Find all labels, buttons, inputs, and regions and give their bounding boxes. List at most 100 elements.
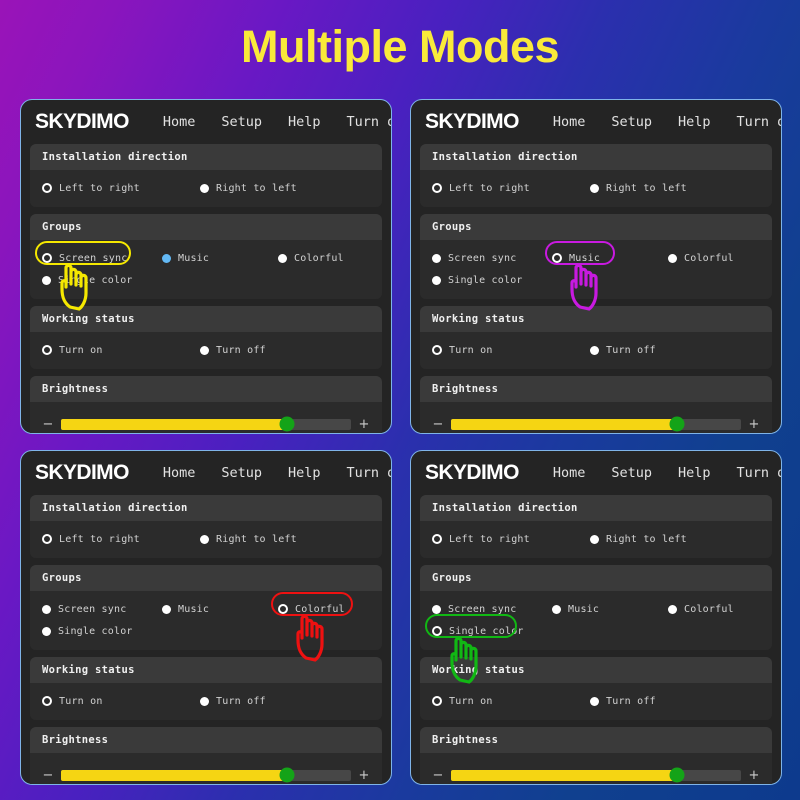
radio-turn-on[interactable]: Turn on bbox=[42, 690, 103, 712]
brightness-slider-row[interactable]: − + bbox=[420, 761, 772, 784]
radio-right-to-left[interactable]: Right to left bbox=[590, 177, 687, 199]
nav-link-setup[interactable]: Setup bbox=[611, 465, 652, 481]
nav-link-home[interactable]: Home bbox=[163, 465, 196, 481]
radio-screen-sync[interactable]: Screen sync bbox=[432, 247, 516, 269]
radio-indicator[interactable] bbox=[162, 253, 171, 263]
brightness-track[interactable] bbox=[61, 416, 351, 432]
radio-right-to-left[interactable]: Right to left bbox=[590, 528, 687, 550]
brightness-increase-button[interactable]: + bbox=[355, 768, 373, 783]
radio-indicator[interactable] bbox=[432, 696, 442, 706]
radio-single-color[interactable]: Single color bbox=[432, 620, 524, 642]
radio-indicator[interactable] bbox=[200, 183, 209, 193]
radio-screen-sync[interactable]: Screen sync bbox=[42, 598, 126, 620]
radio-indicator[interactable] bbox=[432, 275, 441, 285]
brightness-slider-row[interactable]: − + bbox=[30, 761, 382, 784]
brightness-decrease-button[interactable]: − bbox=[39, 417, 57, 432]
radio-indicator[interactable] bbox=[552, 604, 561, 614]
radio-indicator[interactable] bbox=[278, 604, 288, 614]
radio-single-color[interactable]: Single color bbox=[42, 620, 133, 642]
radio-music[interactable]: Music bbox=[162, 598, 209, 620]
nav-link-setup[interactable]: Setup bbox=[221, 465, 262, 481]
nav-link-home[interactable]: Home bbox=[553, 465, 586, 481]
radio-turn-on[interactable]: Turn on bbox=[432, 690, 493, 712]
brightness-decrease-button[interactable]: − bbox=[429, 417, 447, 432]
brightness-decrease-button[interactable]: − bbox=[429, 768, 447, 783]
nav-link-home[interactable]: Home bbox=[553, 114, 586, 130]
radio-turn-off[interactable]: Turn off bbox=[590, 690, 656, 712]
radio-left-to-right[interactable]: Left to right bbox=[42, 177, 140, 199]
brightness-increase-button[interactable]: + bbox=[745, 768, 763, 783]
nav-link-help[interactable]: Help bbox=[678, 114, 711, 130]
radio-indicator[interactable] bbox=[42, 275, 51, 285]
brightness-thumb[interactable] bbox=[279, 767, 295, 783]
nav-link-turn-off[interactable]: Turn off bbox=[346, 114, 391, 130]
brightness-track[interactable] bbox=[451, 767, 741, 783]
nav-link-help[interactable]: Help bbox=[678, 465, 711, 481]
radio-indicator[interactable] bbox=[590, 534, 599, 544]
panel-music[interactable]: SKYDIMO Home Setup Help Turn off Installation… bbox=[410, 99, 782, 434]
radio-indicator[interactable] bbox=[42, 626, 51, 636]
radio-colorful[interactable]: Colorful bbox=[278, 598, 345, 620]
nav-link-turn-off[interactable]: Turn off bbox=[736, 465, 781, 481]
radio-colorful[interactable]: Colorful bbox=[668, 247, 734, 269]
radio-indicator[interactable] bbox=[432, 345, 442, 355]
brightness-thumb[interactable] bbox=[669, 767, 685, 783]
radio-indicator[interactable] bbox=[432, 534, 442, 544]
radio-indicator[interactable] bbox=[42, 345, 52, 355]
radio-indicator[interactable] bbox=[552, 253, 562, 263]
radio-indicator[interactable] bbox=[42, 253, 52, 263]
radio-indicator[interactable] bbox=[432, 626, 442, 636]
brightness-decrease-button[interactable]: − bbox=[39, 768, 57, 783]
radio-indicator[interactable] bbox=[432, 253, 441, 263]
radio-screen-sync[interactable]: Screen sync bbox=[42, 247, 127, 269]
radio-screen-sync[interactable]: Screen sync bbox=[432, 598, 516, 620]
radio-indicator[interactable] bbox=[200, 345, 209, 355]
radio-indicator[interactable] bbox=[42, 183, 52, 193]
radio-indicator[interactable] bbox=[432, 183, 442, 193]
panel-single-color[interactable]: SKYDIMO Home Setup Help Turn off Installation… bbox=[410, 450, 782, 785]
brightness-increase-button[interactable]: + bbox=[355, 417, 373, 432]
radio-indicator[interactable] bbox=[42, 696, 52, 706]
radio-single-color[interactable]: Single color bbox=[42, 269, 133, 291]
panel-colorful[interactable]: SKYDIMO Home Setup Help Turn off Installation… bbox=[20, 450, 392, 785]
radio-indicator[interactable] bbox=[590, 183, 599, 193]
radio-turn-on[interactable]: Turn on bbox=[42, 339, 103, 361]
radio-indicator[interactable] bbox=[668, 604, 677, 614]
radio-indicator[interactable] bbox=[590, 345, 599, 355]
radio-colorful[interactable]: Colorful bbox=[668, 598, 734, 620]
nav-link-setup[interactable]: Setup bbox=[221, 114, 262, 130]
radio-turn-off[interactable]: Turn off bbox=[590, 339, 656, 361]
radio-indicator[interactable] bbox=[590, 696, 599, 706]
nav-link-turn-off[interactable]: Turn off bbox=[736, 114, 781, 130]
radio-turn-off[interactable]: Turn off bbox=[200, 339, 266, 361]
nav-link-home[interactable]: Home bbox=[163, 114, 196, 130]
radio-indicator[interactable] bbox=[42, 534, 52, 544]
brightness-thumb[interactable] bbox=[669, 416, 685, 432]
radio-right-to-left[interactable]: Right to left bbox=[200, 177, 297, 199]
brightness-track[interactable] bbox=[61, 767, 351, 783]
nav-link-setup[interactable]: Setup bbox=[611, 114, 652, 130]
radio-left-to-right[interactable]: Left to right bbox=[432, 177, 530, 199]
radio-turn-off[interactable]: Turn off bbox=[200, 690, 266, 712]
nav-link-help[interactable]: Help bbox=[288, 114, 321, 130]
radio-indicator[interactable] bbox=[200, 696, 209, 706]
radio-indicator[interactable] bbox=[278, 253, 287, 263]
radio-music[interactable]: Music bbox=[552, 247, 600, 269]
nav-link-help[interactable]: Help bbox=[288, 465, 321, 481]
radio-indicator[interactable] bbox=[162, 604, 171, 614]
radio-music[interactable]: Music bbox=[552, 598, 599, 620]
radio-colorful[interactable]: Colorful bbox=[278, 247, 344, 269]
radio-indicator[interactable] bbox=[432, 604, 441, 614]
nav-link-turn-off[interactable]: Turn off bbox=[346, 465, 391, 481]
brightness-slider-row[interactable]: − + bbox=[420, 410, 772, 433]
radio-right-to-left[interactable]: Right to left bbox=[200, 528, 297, 550]
radio-indicator[interactable] bbox=[668, 253, 677, 263]
radio-indicator[interactable] bbox=[200, 534, 209, 544]
brightness-slider-row[interactable]: − + bbox=[30, 410, 382, 433]
radio-left-to-right[interactable]: Left to right bbox=[42, 528, 140, 550]
radio-music[interactable]: Music bbox=[162, 247, 209, 269]
radio-indicator[interactable] bbox=[42, 604, 51, 614]
radio-turn-on[interactable]: Turn on bbox=[432, 339, 493, 361]
radio-single-color[interactable]: Single color bbox=[432, 269, 523, 291]
panel-screen-sync[interactable]: SKYDIMO Home Setup Help Turn off Installation… bbox=[20, 99, 392, 434]
